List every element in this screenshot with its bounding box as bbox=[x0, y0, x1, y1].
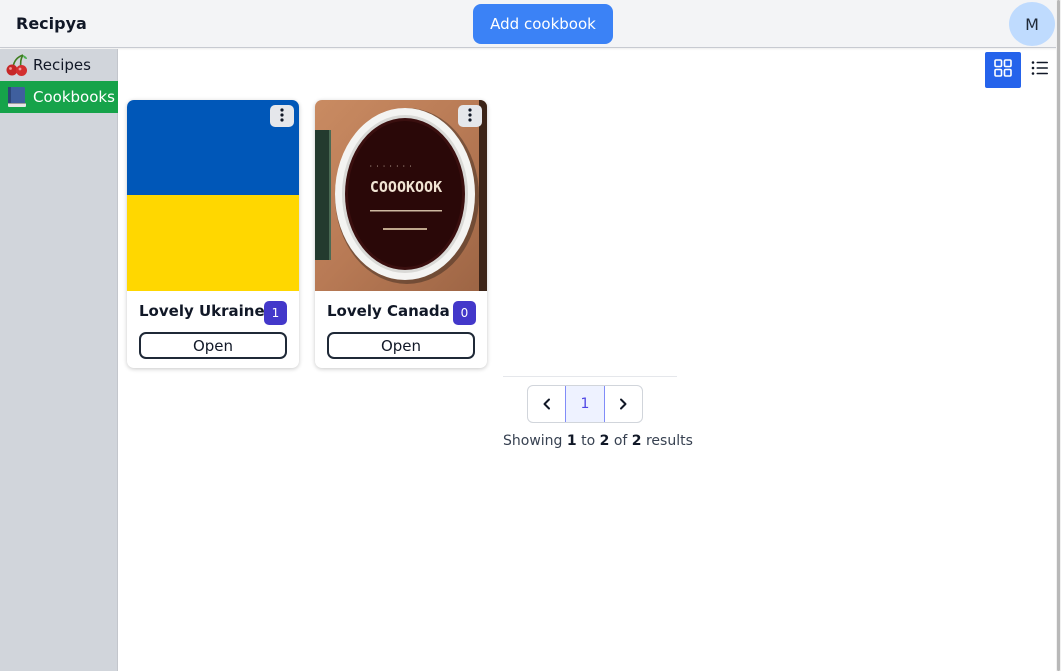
list-view-button[interactable] bbox=[1025, 52, 1055, 88]
cookbook-title: Lovely Ukraine bbox=[139, 302, 265, 320]
more-options-button[interactable] bbox=[458, 105, 482, 127]
cookbook-card: Lovely Ukraine 1 Open bbox=[127, 100, 299, 368]
grid-view-button[interactable] bbox=[985, 52, 1021, 88]
open-cookbook-button[interactable]: Open bbox=[327, 332, 475, 359]
sidebar-item-recipes[interactable]: Recipes bbox=[0, 49, 118, 81]
sidebar-item-label: Cookbooks bbox=[33, 88, 115, 106]
results-from: 1 bbox=[566, 433, 577, 449]
sidebar: Recipes Cookbooks bbox=[0, 49, 118, 671]
book-icon bbox=[4, 85, 30, 109]
add-cookbook-button[interactable]: Add cookbook bbox=[473, 4, 613, 44]
chevron-left-icon bbox=[541, 395, 553, 414]
cookbook-card: ······· COOOKOOK Lovely Canada 0 Open bbox=[315, 100, 487, 368]
open-cookbook-button[interactable]: Open bbox=[139, 332, 287, 359]
page-scrollbar-thumb[interactable] bbox=[1057, 0, 1060, 671]
more-options-button[interactable] bbox=[270, 105, 294, 127]
pagination-divider bbox=[503, 376, 677, 377]
recipe-count-badge: 1 bbox=[264, 301, 287, 325]
top-bar: Recipya Add cookbook M bbox=[0, 0, 1061, 48]
sidebar-item-label: Recipes bbox=[33, 56, 91, 74]
recipe-count-badge: 0 bbox=[453, 301, 476, 325]
results-prefix: Showing bbox=[503, 433, 563, 449]
previous-page-button[interactable] bbox=[528, 386, 565, 422]
app-title[interactable]: Recipya bbox=[16, 14, 87, 33]
next-page-button[interactable] bbox=[605, 386, 642, 422]
cover-text: COOOKOOK bbox=[370, 178, 442, 196]
list-icon bbox=[1030, 58, 1050, 82]
page-button-current[interactable]: 1 bbox=[565, 386, 605, 422]
results-total: 2 bbox=[631, 433, 642, 449]
kebab-menu-icon bbox=[468, 107, 472, 126]
results-of-word: of bbox=[613, 433, 628, 449]
results-suffix: results bbox=[645, 433, 693, 449]
results-to: 2 bbox=[599, 433, 610, 449]
cookbook-image-ukraine-flag[interactable] bbox=[127, 100, 299, 291]
chevron-right-icon bbox=[617, 395, 629, 414]
user-avatar[interactable]: M bbox=[1009, 2, 1055, 46]
kebab-menu-icon bbox=[280, 107, 284, 126]
results-to-word: to bbox=[581, 433, 596, 449]
pagination: 1 bbox=[527, 385, 643, 423]
svg-text:·······: ······· bbox=[369, 163, 415, 170]
cookbook-title: Lovely Canada bbox=[327, 302, 450, 320]
grid-icon bbox=[993, 58, 1013, 82]
results-summary: Showing 1 to 2 of 2 results bbox=[503, 433, 693, 449]
cherries-icon bbox=[4, 53, 30, 77]
cookbook-image-cover[interactable]: ······· COOOKOOK bbox=[315, 100, 487, 291]
sidebar-item-cookbooks[interactable]: Cookbooks bbox=[0, 81, 118, 113]
